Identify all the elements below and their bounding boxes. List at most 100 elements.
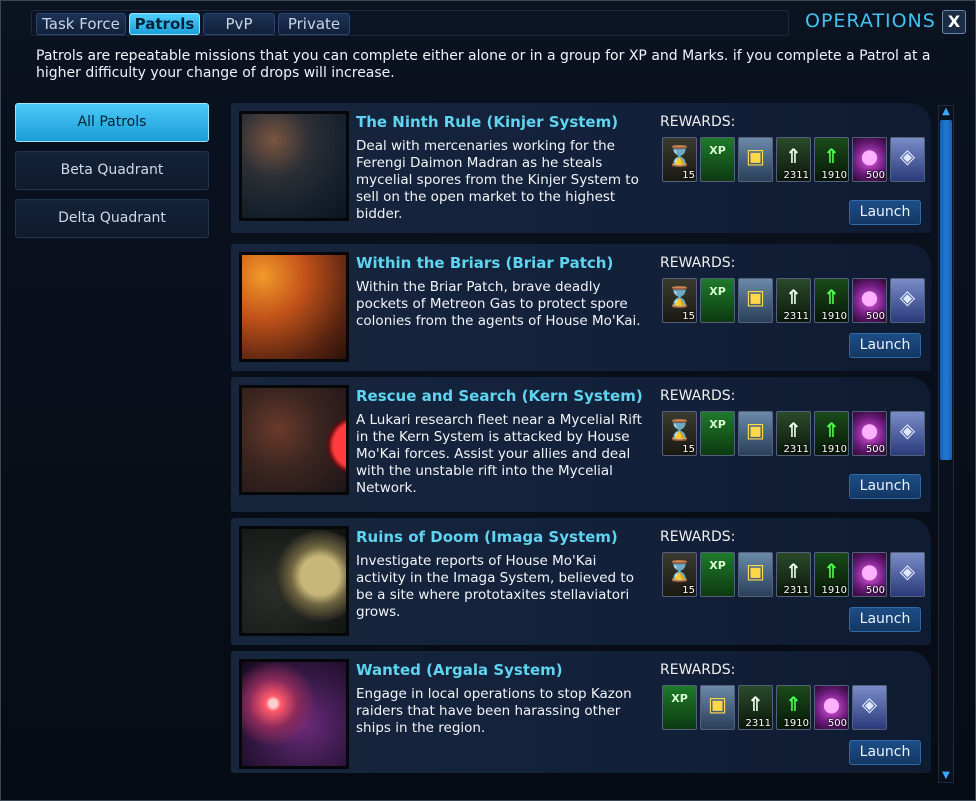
crate-icon[interactable]: ◈	[890, 278, 925, 323]
reward-quantity: 500	[827, 718, 847, 729]
launch-button[interactable]: Launch	[849, 200, 921, 225]
reward-quantity: 1910	[821, 585, 847, 596]
scrollbar-thumb[interactable]	[940, 120, 952, 460]
reward-quantity: 15	[682, 444, 695, 455]
mission-card: Wanted (Argala System) Engage in local op…	[231, 651, 931, 773]
sidebar-item-beta-quadrant[interactable]: Beta Quadrant	[15, 151, 209, 190]
lockbox-icon[interactable]: ▣	[738, 278, 773, 323]
crate-icon[interactable]: ◈	[890, 552, 925, 597]
scroll-up-icon[interactable]: ▲	[940, 106, 952, 118]
reward-quantity: 1910	[821, 444, 847, 455]
window-title: OPERATIONS	[805, 10, 936, 32]
chevron-up-green-icon[interactable]: ⇑ 1910	[776, 685, 811, 730]
chevron-up-white-icon[interactable]: ⇑ 2311	[776, 552, 811, 597]
reward-glyph: ⇑	[823, 559, 840, 583]
launch-button[interactable]: Launch	[849, 333, 921, 358]
mission-thumbnail	[239, 385, 349, 495]
hourglass-icon[interactable]: ⌛ 15	[662, 552, 697, 597]
chevron-up-white-icon[interactable]: ⇑ 2311	[776, 137, 811, 182]
tab-patrols[interactable]: Patrols	[129, 13, 200, 35]
reward-quantity: 1910	[783, 718, 809, 729]
reward-glyph: ◈	[861, 692, 878, 716]
xp-2x-icon[interactable]: XP	[700, 137, 735, 182]
crate-icon[interactable]: ◈	[890, 137, 925, 182]
mycelial-pod-icon[interactable]: ● 500	[814, 685, 849, 730]
chevron-up-white-icon[interactable]: ⇑ 2311	[738, 685, 773, 730]
reward-glyph: XP	[671, 692, 688, 705]
reward-quantity: 15	[682, 170, 695, 181]
sidebar-item-delta-quadrant[interactable]: Delta Quadrant	[15, 199, 209, 238]
chevron-up-white-icon[interactable]: ⇑ 2311	[776, 278, 811, 323]
reward-glyph: ⇑	[747, 692, 764, 716]
xp-2x-icon[interactable]: XP	[662, 685, 697, 730]
mission-card: Rescue and Search (Kern System) A Lukari …	[231, 377, 931, 512]
reward-glyph: ▣	[746, 144, 765, 168]
launch-button[interactable]: Launch	[849, 607, 921, 632]
reward-quantity: 2311	[745, 718, 771, 729]
reward-glyph: ⇑	[785, 418, 802, 442]
reward-glyph: ◈	[899, 285, 916, 309]
scrollbar[interactable]: ▲ ▼	[938, 105, 954, 783]
rewards-label: REWARDS:	[660, 662, 736, 678]
hourglass-icon[interactable]: ⌛ 15	[662, 137, 697, 182]
mission-description: A Lukari research fleet near a Mycelial …	[356, 412, 642, 496]
mycelial-pod-icon[interactable]: ● 500	[852, 552, 887, 597]
reward-quantity: 500	[865, 585, 885, 596]
chevron-up-white-icon[interactable]: ⇑ 2311	[776, 411, 811, 456]
tab-task-force[interactable]: Task Force	[36, 13, 126, 35]
reward-quantity: 1910	[821, 170, 847, 181]
reward-glyph: XP	[709, 285, 726, 298]
mission-title: Within the Briars (Briar Patch)	[356, 254, 614, 272]
lockbox-icon[interactable]: ▣	[738, 411, 773, 456]
crate-icon[interactable]: ◈	[852, 685, 887, 730]
close-button[interactable]: X	[942, 10, 966, 34]
reward-glyph: ⇑	[823, 418, 840, 442]
mycelial-pod-icon[interactable]: ● 500	[852, 411, 887, 456]
reward-glyph: XP	[709, 559, 726, 572]
tab-pvp[interactable]: PvP	[203, 13, 275, 35]
lockbox-icon[interactable]: ▣	[700, 685, 735, 730]
xp-2x-icon[interactable]: XP	[700, 278, 735, 323]
rewards-label: REWARDS:	[660, 114, 736, 130]
reward-glyph: ⇑	[785, 559, 802, 583]
chevron-up-green-icon[interactable]: ⇑ 1910	[814, 137, 849, 182]
reward-glyph: ⇑	[823, 144, 840, 168]
sidebar-item-all-patrols[interactable]: All Patrols	[15, 103, 209, 142]
chevron-up-green-icon[interactable]: ⇑ 1910	[814, 411, 849, 456]
intro-text: Patrols are repeatable missions that you…	[36, 48, 931, 81]
launch-button[interactable]: Launch	[849, 740, 921, 765]
reward-quantity: 500	[865, 311, 885, 322]
sidebar: All Patrols Beta Quadrant Delta Quadrant	[15, 103, 211, 247]
tab-strip: Task Force Patrols PvP Private	[31, 10, 789, 36]
xp-2x-icon[interactable]: XP	[700, 552, 735, 597]
reward-glyph: ●	[860, 285, 879, 309]
rewards-label: REWARDS:	[660, 388, 736, 404]
mycelial-pod-icon[interactable]: ● 500	[852, 278, 887, 323]
chevron-up-green-icon[interactable]: ⇑ 1910	[814, 278, 849, 323]
lockbox-icon[interactable]: ▣	[738, 552, 773, 597]
mycelial-pod-icon[interactable]: ● 500	[852, 137, 887, 182]
reward-glyph: ◈	[899, 559, 916, 583]
hourglass-icon[interactable]: ⌛ 15	[662, 278, 697, 323]
reward-glyph: XP	[709, 144, 726, 157]
mission-card: Within the Briars (Briar Patch) Within th…	[231, 244, 931, 371]
rewards-label: REWARDS:	[660, 255, 736, 271]
scroll-down-icon[interactable]: ▼	[940, 770, 952, 782]
lockbox-icon[interactable]: ▣	[738, 137, 773, 182]
operations-window: Task Force Patrols PvP Private OPERATION…	[0, 0, 976, 801]
rewards-label: REWARDS:	[660, 529, 736, 545]
mission-description: Within the Briar Patch, brave deadly poc…	[356, 279, 641, 329]
crate-icon[interactable]: ◈	[890, 411, 925, 456]
tab-private[interactable]: Private	[278, 13, 350, 35]
reward-glyph: ⌛	[667, 285, 692, 309]
mission-thumbnail	[239, 526, 349, 636]
mission-title: The Ninth Rule (Kinjer System)	[356, 113, 619, 131]
mission-card: The Ninth Rule (Kinjer System) Deal with …	[231, 103, 931, 233]
chevron-up-green-icon[interactable]: ⇑ 1910	[814, 552, 849, 597]
xp-2x-icon[interactable]: XP	[700, 411, 735, 456]
reward-quantity: 2311	[783, 170, 809, 181]
hourglass-icon[interactable]: ⌛ 15	[662, 411, 697, 456]
launch-button[interactable]: Launch	[849, 474, 921, 499]
reward-quantity: 2311	[783, 444, 809, 455]
mission-title: Wanted (Argala System)	[356, 661, 563, 679]
